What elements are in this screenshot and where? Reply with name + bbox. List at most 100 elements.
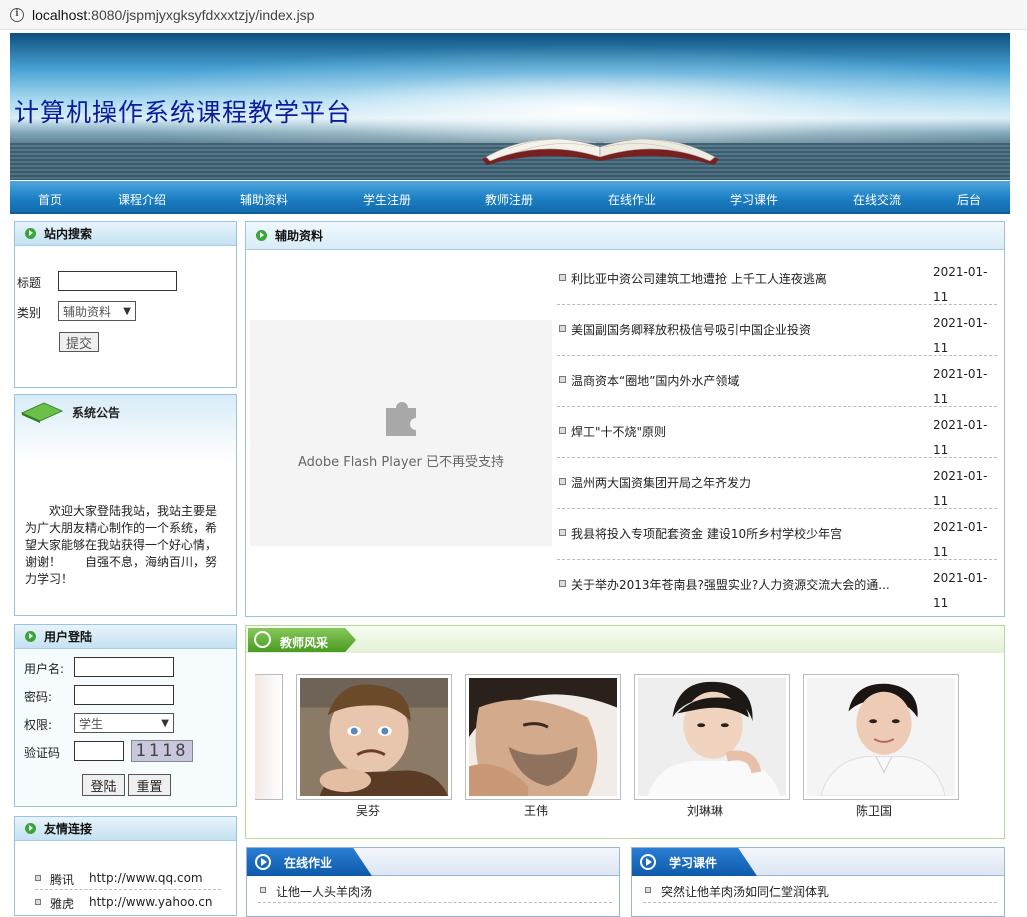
url-text[interactable]: localhost:8080/jspmjyxgksyfdxxxtzjy/inde… xyxy=(32,7,314,23)
system-notice-panel: 系统公告 欢迎大家登陆我站，我站主要是为广大朋友精心制作的一个系统，希望大家能够… xyxy=(14,394,237,616)
news-date: 2021-01-11 xyxy=(933,469,988,508)
username-label: 用户名: xyxy=(24,662,65,676)
teacher-photo xyxy=(300,678,448,796)
search-category-label: 类别 xyxy=(17,306,42,320)
browser-address-bar[interactable]: i localhost:8080/jspmjyxgksyfdxxxtzjy/in… xyxy=(0,0,1027,30)
list-item[interactable]: 关于举办2013年苍南县?强盟实业?人力资源交流大会的通... 2021-01-… xyxy=(557,560,997,611)
login-button[interactable]: 登陆 xyxy=(82,774,125,796)
captcha-image[interactable]: 1118 xyxy=(131,740,193,762)
teacher-card[interactable] xyxy=(465,674,621,800)
materials-header: 辅助资料 xyxy=(246,222,1004,250)
list-item[interactable]: 温州两大国资集团开局之年齐发力 2021-01-11 xyxy=(557,458,997,509)
nav-student-register[interactable]: 学生注册 xyxy=(363,191,411,208)
url-host: localhost xyxy=(32,6,88,23)
homework-header: 在线作业 xyxy=(247,848,619,876)
list-item[interactable]: 焊工"十不烧"原则 2021-01-11 xyxy=(557,407,997,458)
list-item[interactable]: 突然让他羊肉汤如同仁堂润体乳 xyxy=(643,883,997,903)
teacher-photo xyxy=(638,678,786,796)
teacher-card[interactable] xyxy=(803,674,959,800)
role-value: 学生 xyxy=(79,716,104,731)
chevron-down-icon: ▼ xyxy=(161,717,169,729)
news-date: 2021-01-11 xyxy=(933,265,988,304)
info-icon[interactable]: i xyxy=(10,7,24,22)
teacher-name: 吴芬 xyxy=(355,804,380,818)
teachers-title: 教师风采 xyxy=(280,636,329,650)
link-item[interactable]: 雅虎 http://www.yahoo.cn xyxy=(35,895,221,914)
search-title-label: 标题 xyxy=(17,276,42,290)
teacher-card[interactable] xyxy=(296,674,452,800)
open-book-illustration xyxy=(482,138,719,165)
materials-title: 辅助资料 xyxy=(275,229,324,243)
news-title: 焊工"十不烧"原则 xyxy=(571,425,667,439)
role-select[interactable]: 学生 ▼ xyxy=(74,713,174,733)
list-item[interactable]: 让他一人头羊肉汤 xyxy=(258,883,612,903)
username-input[interactable] xyxy=(74,657,174,677)
list-item[interactable]: 温商资本“圈地”国内外水产领域 2021-01-11 xyxy=(557,356,997,407)
search-category-select[interactable]: 辅助资料 ▼ xyxy=(58,301,136,321)
courseware-item-title: 突然让他羊肉汤如同仁堂润体乳 xyxy=(661,885,830,899)
list-item[interactable]: 美国副国务卿释放积极信号吸引中国企业投资 2021-01-11 xyxy=(557,305,997,356)
captcha-input[interactable] xyxy=(74,741,124,761)
nav-online-homework[interactable]: 在线作业 xyxy=(608,191,656,208)
news-title: 温州两大国资集团开局之年齐发力 xyxy=(571,476,752,490)
news-date: 2021-01-11 xyxy=(933,520,988,559)
square-bullet-icon xyxy=(559,376,566,383)
search-title-input[interactable] xyxy=(58,271,177,291)
teacher-photo xyxy=(469,678,617,796)
play-circle-icon xyxy=(254,631,271,648)
nav-home[interactable]: 首页 xyxy=(38,191,62,208)
courseware-panel: 学习课件 xyxy=(631,847,1005,917)
news-title: 我县将投入专项配套资金 建设10所乡村学校少年宫 xyxy=(571,527,843,541)
nav-courseware[interactable]: 学习课件 xyxy=(730,191,778,208)
search-category-value: 辅助资料 xyxy=(63,304,112,319)
homework-panel: 在线作业 xyxy=(246,847,620,917)
password-label: 密码: xyxy=(24,690,53,704)
site-title: 计算机操作系统课程教学平台 xyxy=(14,98,353,127)
url-path: :8080/jspmjyxgksyfdxxxtzjy/index.jsp xyxy=(87,6,315,23)
nav-materials[interactable]: 辅助资料 xyxy=(240,191,288,208)
reset-button[interactable]: 重置 xyxy=(128,774,171,796)
link-url: http://www.qq.com xyxy=(89,871,203,885)
square-bullet-icon xyxy=(559,580,566,587)
nav-admin[interactable]: 后台 xyxy=(957,191,981,208)
teacher-name: 王伟 xyxy=(523,804,548,818)
notice-icon xyxy=(20,402,64,423)
square-bullet-icon xyxy=(559,529,566,536)
square-bullet-icon xyxy=(559,478,566,485)
news-date: 2021-01-11 xyxy=(933,418,988,457)
homework-item-title: 让他一人头羊肉汤 xyxy=(276,885,373,899)
captcha-label: 验证码 xyxy=(24,746,61,760)
site-search-title: 站内搜索 xyxy=(44,227,93,241)
link-name: 腾讯 xyxy=(50,873,75,887)
teacher-card[interactable] xyxy=(634,674,790,800)
nav-course-intro[interactable]: 课程介绍 xyxy=(118,191,166,208)
password-input[interactable] xyxy=(74,685,174,705)
teachers-header-bg xyxy=(246,626,1004,653)
role-label: 权限: xyxy=(24,718,53,732)
square-bullet-icon xyxy=(35,899,41,905)
flash-message: Adobe Flash Player 已不再受支持 xyxy=(297,455,505,470)
news-title: 利比亚中资公司建筑工地遭抢 上千工人连夜逃离 xyxy=(571,272,827,286)
link-item[interactable]: 腾讯 http://www.qq.com xyxy=(35,871,221,890)
nav-teacher-register[interactable]: 教师注册 xyxy=(485,191,533,208)
square-bullet-icon xyxy=(645,887,651,893)
system-notice-body: 欢迎大家登陆我站，我站主要是为广大朋友精心制作的一个系统，希望大家能够在我站获得… xyxy=(25,504,218,586)
homework-title: 在线作业 xyxy=(284,856,333,870)
list-item[interactable]: 利比亚中资公司建筑工地遭抢 上千工人连夜逃离 2021-01-11 xyxy=(557,254,997,305)
news-date: 2021-01-11 xyxy=(933,367,988,406)
teacher-name: 刘琳琳 xyxy=(686,804,723,818)
system-notice-title: 系统公告 xyxy=(72,406,121,420)
search-submit-button[interactable]: 提交 xyxy=(59,332,99,352)
green-bullet-icon xyxy=(25,228,36,239)
login-header: 用户登陆 xyxy=(15,625,236,649)
teacher-photo-partial[interactable] xyxy=(255,674,283,800)
square-bullet-icon xyxy=(559,427,566,434)
site-search-header: 站内搜索 xyxy=(15,222,236,246)
play-circle-icon xyxy=(640,854,656,870)
list-item[interactable]: 我县将投入专项配套资金 建设10所乡村学校少年宫 2021-01-11 xyxy=(557,509,997,560)
flash-placeholder[interactable]: Adobe Flash Player 已不再受支持 xyxy=(250,320,552,546)
nav-online-chat[interactable]: 在线交流 xyxy=(853,191,901,208)
teacher-photo xyxy=(807,678,955,797)
main-nav: 首页 课程介绍 辅助资料 学生注册 教师注册 在线作业 学习课件 在线交流 后台 xyxy=(10,181,1010,214)
friend-links-title: 友情连接 xyxy=(44,822,93,836)
